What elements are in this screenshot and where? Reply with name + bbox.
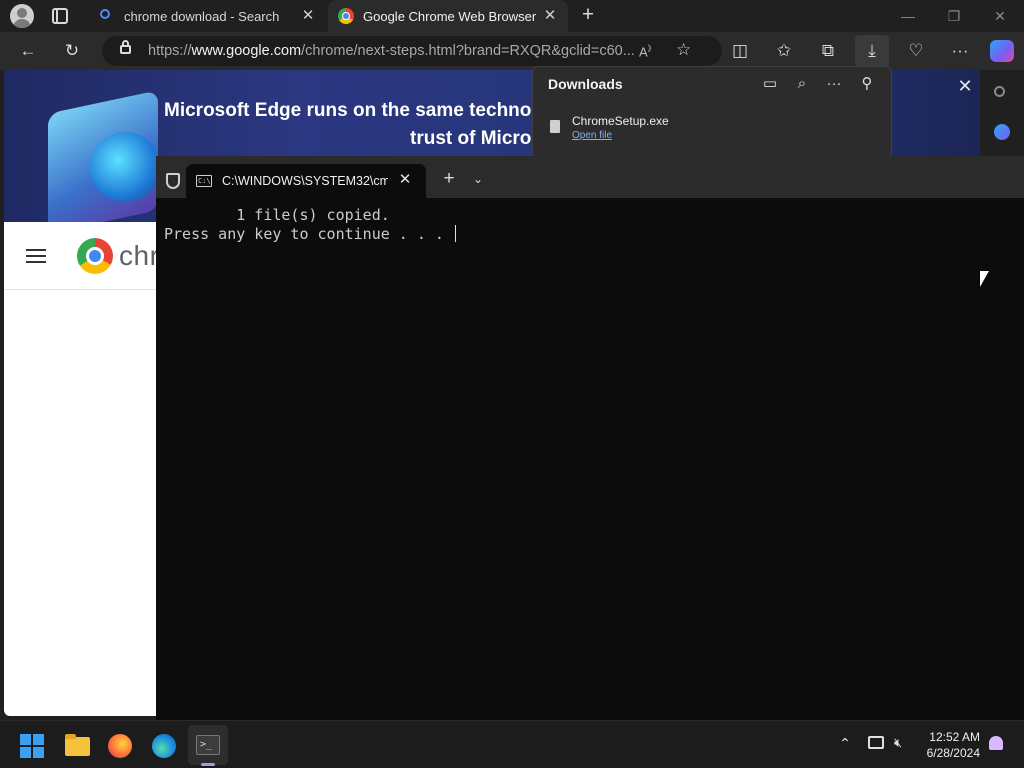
chrome-logo-icon <box>77 238 113 274</box>
terminal-line: 1 file(s) copied. <box>164 206 390 224</box>
close-banner-icon[interactable]: ✕ <box>955 76 975 96</box>
chrome-logo-icon <box>338 8 354 24</box>
terminal-tab-label: C:\WINDOWS\SYSTEM32\cmd.exe <box>222 174 388 188</box>
cmd-icon: C:\ <box>196 175 212 187</box>
tab-actions-icon[interactable] <box>52 8 68 24</box>
mouse-cursor-icon <box>980 271 989 287</box>
close-tab-icon[interactable]: ✕ <box>396 171 414 189</box>
back-arrow-icon[interactable]: ← <box>17 40 39 62</box>
downloads-flyout: Downloads ▭ ⌕ ··· ⚲ ChromeSetup.exe Open… <box>532 66 892 158</box>
chrome-wordmark: chr <box>119 240 160 271</box>
downloads-icon[interactable]: ⤓ <box>855 35 889 67</box>
chrome-webpage: chr <box>4 222 160 716</box>
address-bar[interactable]: https://www.google.com/chrome/next-steps… <box>102 36 722 66</box>
profile-avatar[interactable] <box>10 4 34 28</box>
file-explorer-icon[interactable] <box>57 725 97 765</box>
tab-chrome-download-search[interactable]: chrome download - Search ✕ <box>88 0 326 32</box>
new-tab-button[interactable]: + <box>440 169 458 188</box>
network-icon[interactable] <box>868 736 884 749</box>
tab-label: Google Chrome Web Browser <box>363 9 537 24</box>
terminal-window[interactable]: C:\ C:\WINDOWS\SYSTEM32\cmd.exe ✕ + ⌄ 1 … <box>156 156 1024 720</box>
favorite-star-icon[interactable]: ☆ <box>676 40 691 60</box>
edge-icon[interactable] <box>144 725 184 765</box>
terminal-tab[interactable]: C:\ C:\WINDOWS\SYSTEM32\cmd.exe ✕ <box>186 164 426 198</box>
search-downloads-icon[interactable]: ⌕ <box>791 73 813 95</box>
chevron-up-icon[interactable]: ⌃ <box>836 734 854 752</box>
refresh-icon[interactable]: ↻ <box>61 40 83 62</box>
favorites-icon[interactable]: ✩ <box>773 40 795 62</box>
new-tab-button[interactable]: + <box>578 4 598 25</box>
firefox-icon[interactable] <box>100 725 140 765</box>
pin-icon[interactable]: ⚲ <box>856 73 878 95</box>
terminal-output[interactable]: 1 file(s) copied. Press any key to contin… <box>164 206 456 244</box>
search-icon <box>100 9 110 19</box>
split-screen-icon[interactable]: ◫ <box>729 40 751 62</box>
terminal-prompt-line: Press any key to continue . . . <box>164 225 456 244</box>
file-icon <box>550 120 560 133</box>
more-menu-icon[interactable]: ··· <box>949 40 971 62</box>
tab-label: chrome download - Search <box>124 9 280 24</box>
close-tab-icon[interactable]: ✕ <box>542 8 558 24</box>
chevron-down-icon[interactable]: ⌄ <box>470 170 486 188</box>
copilot-sidebar-icon[interactable] <box>994 124 1010 140</box>
start-button[interactable] <box>12 725 52 765</box>
windows-logo-icon <box>20 734 44 758</box>
collections-icon[interactable]: ⧉ <box>817 40 839 62</box>
open-folder-icon[interactable]: ▭ <box>759 73 781 95</box>
url-text: https://www.google.com/chrome/next-steps… <box>148 43 635 59</box>
volume-muted-icon[interactable]: 🔇︎ <box>894 734 912 752</box>
more-options-icon[interactable]: ··· <box>823 73 845 95</box>
close-tab-icon[interactable]: ✕ <box>300 8 316 24</box>
lock-shackle <box>122 40 129 47</box>
tab-google-chrome[interactable]: Google Chrome Web Browser ✕ <box>328 0 568 32</box>
restore-button[interactable]: ❐ <box>944 6 964 26</box>
shield-icon <box>166 173 180 189</box>
notification-bell-icon[interactable] <box>989 736 1003 750</box>
banner-headline: Microsoft Edge runs on the same techno <box>164 100 532 121</box>
browser-essentials-icon[interactable]: ♡ <box>905 40 927 62</box>
browser-tab-strip: chrome download - Search ✕ Google Chrome… <box>0 0 1024 32</box>
download-file-name: ChromeSetup.exe <box>572 114 669 128</box>
terminal-titlebar[interactable]: C:\ C:\WINDOWS\SYSTEM32\cmd.exe ✕ + ⌄ <box>156 156 1024 198</box>
terminal-taskbar-icon[interactable]: >_ <box>188 725 228 766</box>
hamburger-menu-icon[interactable] <box>26 249 46 263</box>
close-window-button[interactable]: ✕ <box>990 6 1010 26</box>
copilot-icon[interactable] <box>990 40 1014 62</box>
minimize-button[interactable]: — <box>898 6 918 26</box>
browser-toolbar: ← ↻ https://www.google.com/chrome/next-s… <box>0 32 1024 70</box>
clock-time[interactable]: 12:52 AM <box>918 730 980 744</box>
taskbar: >_ ⌃ 🔇︎ 12:52 AM 6/28/2024 <box>0 720 1024 768</box>
read-aloud-icon[interactable]: A》 <box>639 43 656 59</box>
search-icon[interactable] <box>994 86 1005 97</box>
open-file-link[interactable]: Open file <box>572 130 612 141</box>
text-cursor <box>454 225 456 242</box>
clock-date[interactable]: 6/28/2024 <box>912 746 980 760</box>
banner-subline: trust of Micro <box>410 128 532 149</box>
page-header: chr <box>4 222 160 290</box>
downloads-title: Downloads <box>548 76 623 92</box>
